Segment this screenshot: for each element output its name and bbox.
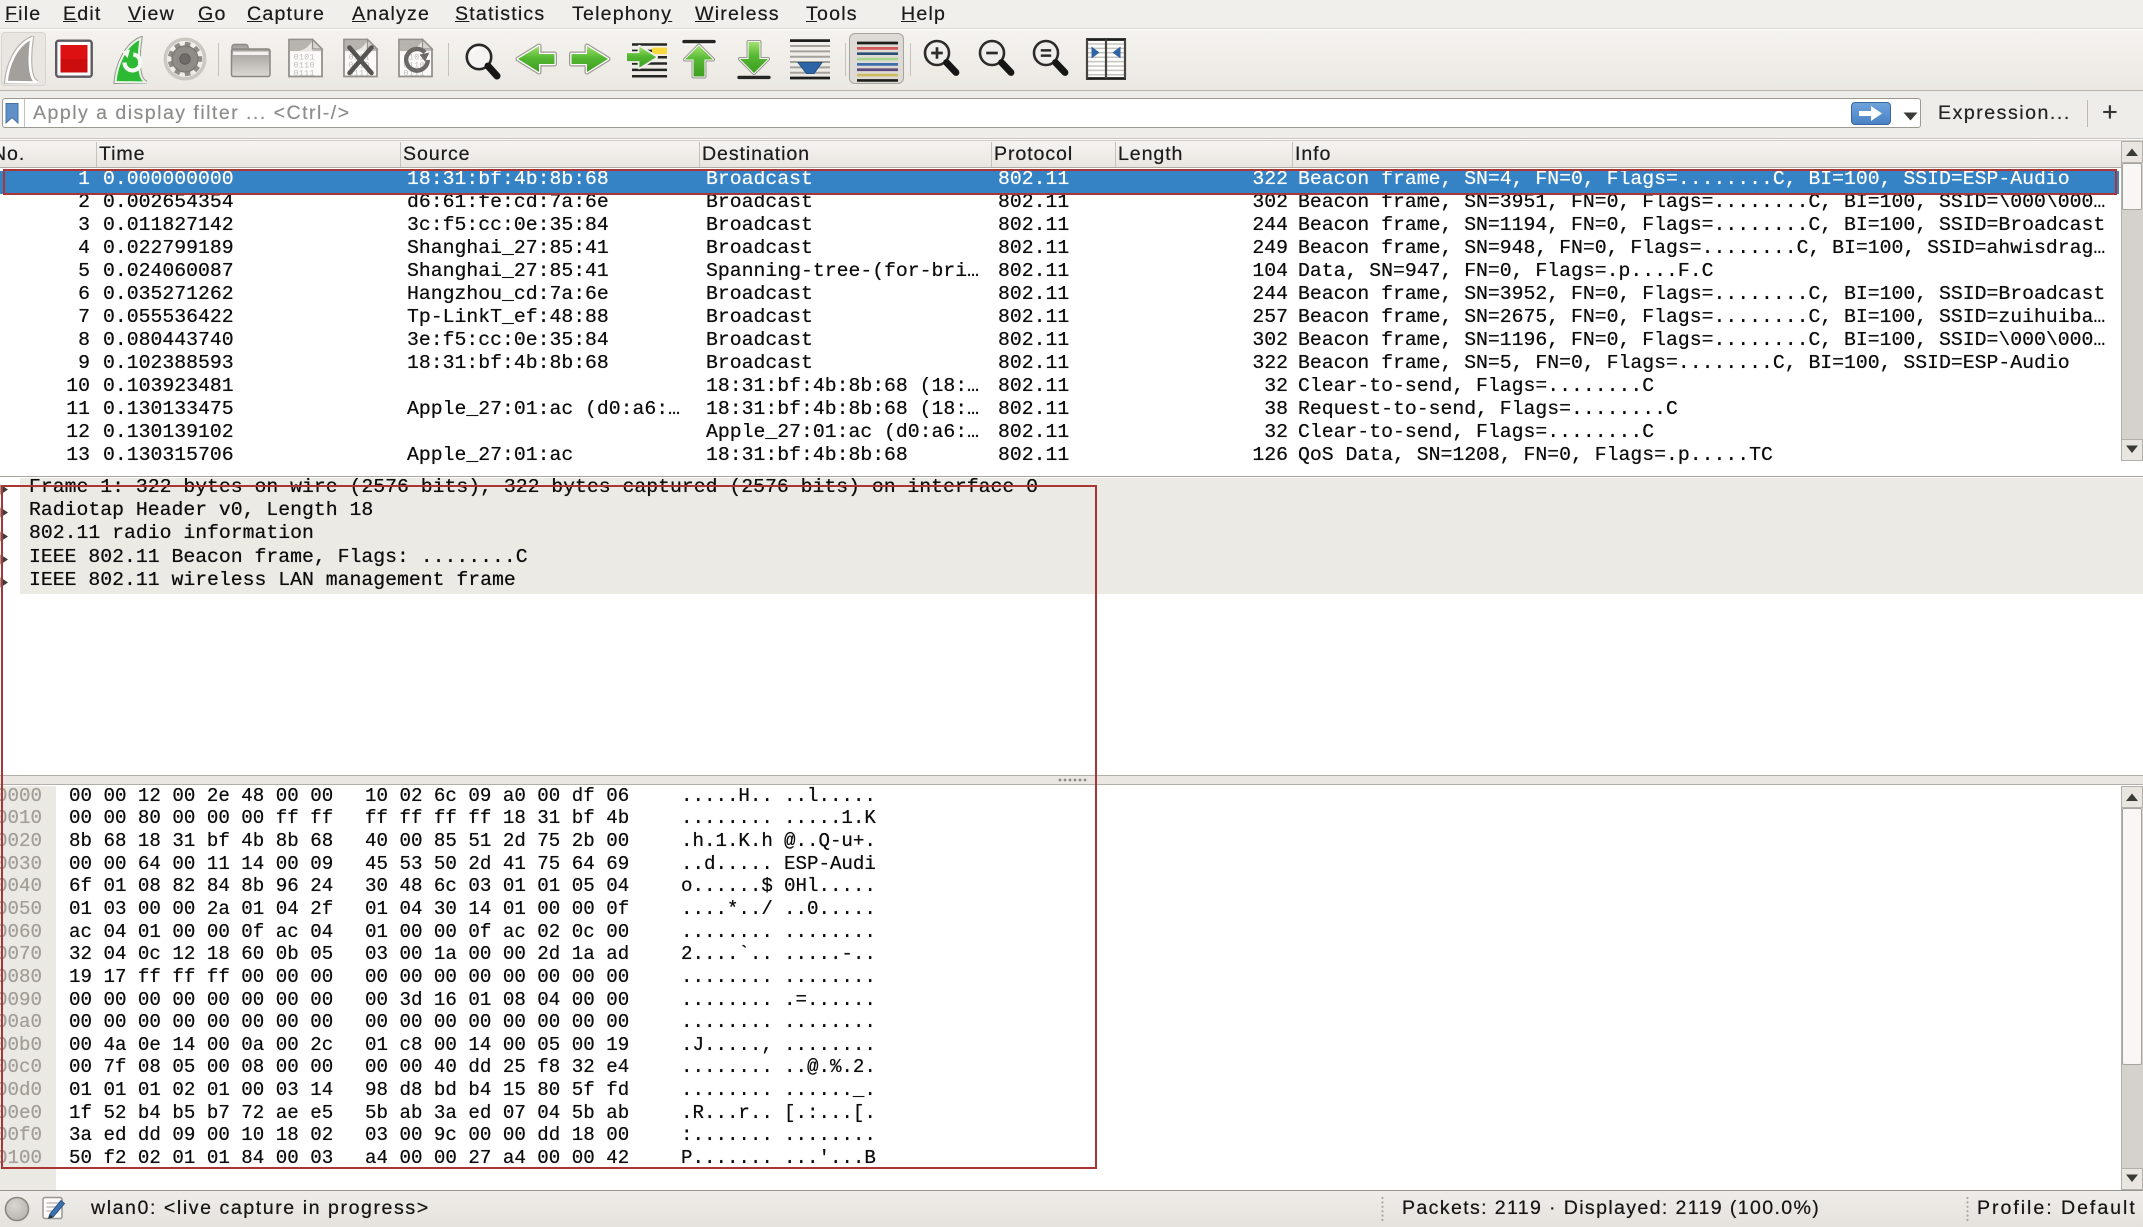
svg-text:0111: 0111 bbox=[294, 69, 315, 79]
